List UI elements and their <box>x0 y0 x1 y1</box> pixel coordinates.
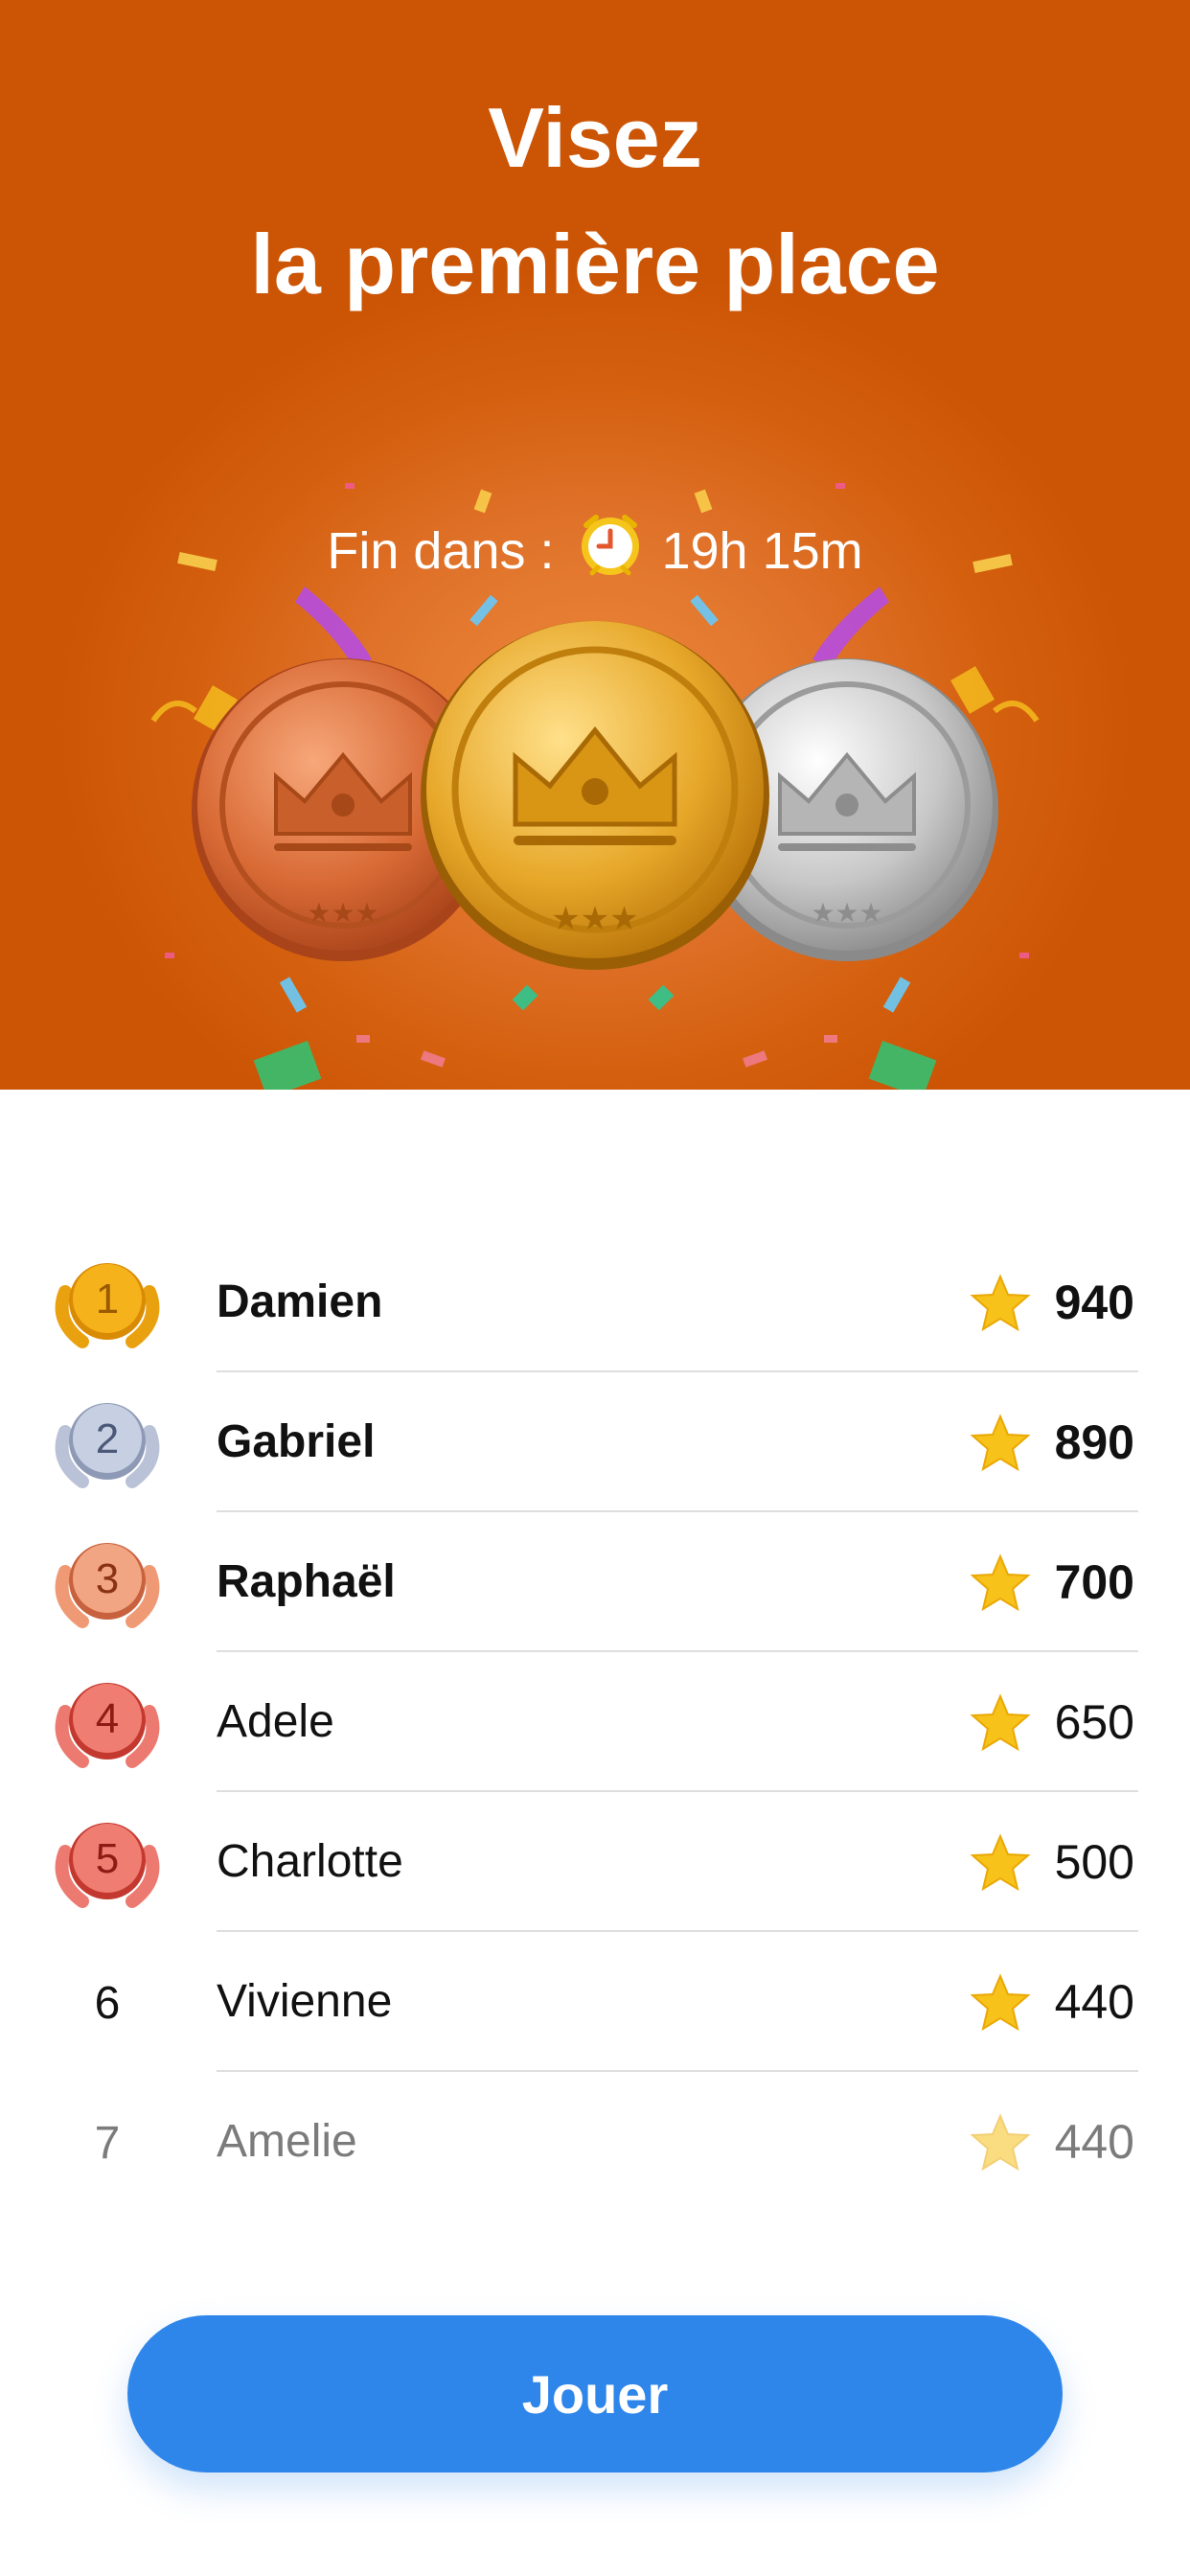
player-score: 440 <box>1054 2115 1134 2169</box>
gold-medal: ★★★ <box>421 621 769 970</box>
play-button[interactable]: Jouer <box>127 2315 1063 2472</box>
star-icon <box>970 1693 1031 1752</box>
player-name: Adele <box>217 1696 334 1747</box>
gold-rank-badge-icon: 1 <box>55 1263 160 1348</box>
page-title-line1: Visez <box>488 90 702 185</box>
player-name: Damien <box>217 1276 383 1327</box>
star-icon <box>970 1553 1031 1612</box>
svg-text:5: 5 <box>96 1835 119 1882</box>
red-rank-badge-icon: 4 <box>55 1683 160 1768</box>
leaderboard-row[interactable]: 2 Gabriel 890 <box>0 1372 1190 1512</box>
star-icon <box>970 2113 1031 2172</box>
svg-text:★★★: ★★★ <box>551 901 638 937</box>
svg-text:1: 1 <box>96 1276 119 1322</box>
player-score: 650 <box>1054 1695 1134 1749</box>
silver-rank-badge-icon: 2 <box>55 1403 160 1488</box>
leaderboard-row[interactable]: 3 Raphaël 700 <box>0 1512 1190 1652</box>
rank-number: 7 <box>94 2117 121 2169</box>
medals-illustration: ★★★ ★★★ ★★★ <box>192 621 998 970</box>
svg-text:4: 4 <box>96 1695 119 1742</box>
player-name: Vivienne <box>217 1976 393 2027</box>
player-score: 940 <box>1054 1276 1134 1329</box>
leaderboard-row[interactable]: 7 Amelie 440 <box>0 2072 1190 2212</box>
player-score: 500 <box>1054 1835 1134 1889</box>
leaderboard-row[interactable]: 1 Damien 940 <box>0 1232 1190 1372</box>
bronze-rank-badge-icon: 3 <box>55 1543 160 1628</box>
timer-value: 19h 15m <box>661 522 863 580</box>
player-score: 890 <box>1054 1415 1134 1469</box>
rank-number: 6 <box>94 1977 121 2029</box>
player-score: 440 <box>1054 1975 1134 2029</box>
timer-label: Fin dans : <box>327 522 555 580</box>
player-name: Amelie <box>217 2116 357 2167</box>
svg-text:2: 2 <box>96 1415 119 1462</box>
svg-text:★★★: ★★★ <box>307 898 378 928</box>
player-score: 700 <box>1054 1555 1134 1609</box>
leaderboard-row[interactable]: 5 Charlotte 500 <box>0 1792 1190 1932</box>
star-icon <box>970 1414 1031 1472</box>
alarm-clock-icon <box>575 510 646 593</box>
red-rank-badge-icon: 5 <box>55 1823 160 1908</box>
countdown-timer: Fin dans : 19h 15m <box>0 514 1190 586</box>
leaderboard-row[interactable]: 4 Adele 650 <box>0 1652 1190 1792</box>
svg-text:★★★: ★★★ <box>811 898 882 928</box>
hero-banner: Visez la première place Fin dans : 19h 1… <box>0 0 1190 1090</box>
star-icon <box>970 1833 1031 1892</box>
star-icon <box>970 1274 1031 1332</box>
player-name: Raphaël <box>217 1556 396 1607</box>
player-name: Charlotte <box>217 1836 403 1887</box>
page-title-line2: la première place <box>250 217 940 311</box>
svg-text:3: 3 <box>96 1555 119 1602</box>
leaderboard-row[interactable]: 6 Vivienne 440 <box>0 1932 1190 2072</box>
player-name: Gabriel <box>217 1416 376 1467</box>
star-icon <box>970 1973 1031 2032</box>
